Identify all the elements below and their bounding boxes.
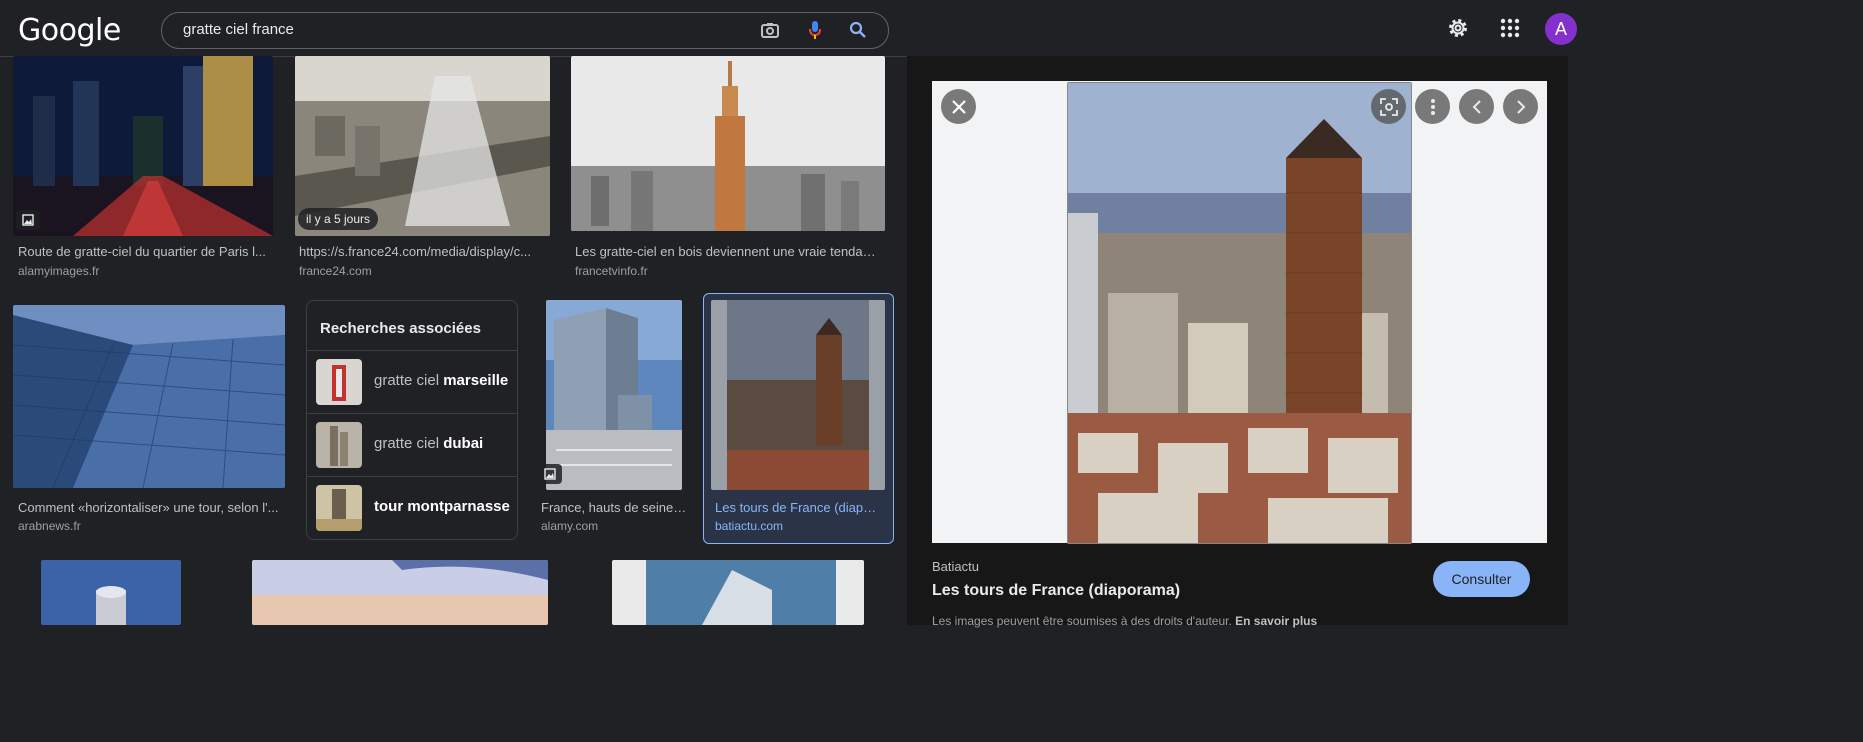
result-image-3[interactable]: [571, 56, 885, 231]
related-searches-heading: Recherches associées: [320, 320, 481, 337]
learn-more-link[interactable]: En savoir plus: [1235, 614, 1317, 628]
result-image-1[interactable]: [13, 56, 273, 236]
result-image-7[interactable]: [41, 560, 181, 625]
copyright-notice: Les images peuvent être soumises à des d…: [932, 614, 1318, 628]
result-image-6[interactable]: [711, 300, 885, 490]
result-image-9[interactable]: [612, 560, 864, 625]
related-search-label: gratte ciel dubai: [374, 435, 484, 452]
settings-gear-icon[interactable]: [1445, 15, 1471, 41]
close-icon: [951, 99, 966, 114]
result-image-5[interactable]: [546, 300, 682, 490]
search-icon[interactable]: [848, 20, 868, 40]
close-preview-button[interactable]: [941, 89, 976, 124]
chevron-right-icon: [1516, 99, 1525, 114]
result-title[interactable]: Comment «horizontaliser» une tour, selon…: [18, 500, 280, 515]
top-bar: Google gratte ciel france A: [0, 0, 1577, 57]
apps-grid-icon[interactable]: [1497, 15, 1523, 41]
related-search-label: tour montparnasse: [374, 498, 510, 515]
related-search-item[interactable]: gratte ciel dubai: [307, 413, 517, 476]
next-image-button[interactable]: [1503, 89, 1538, 124]
preview-title[interactable]: Les tours de France (diaporama): [932, 582, 1180, 600]
account-avatar[interactable]: A: [1545, 13, 1577, 45]
search-box[interactable]: gratte ciel france: [161, 12, 889, 49]
result-source[interactable]: arabnews.fr: [18, 519, 81, 533]
result-source[interactable]: alamyimages.fr: [18, 264, 99, 278]
previous-image-button[interactable]: [1459, 89, 1494, 124]
visit-button[interactable]: Consulter: [1433, 561, 1530, 597]
related-thumbnail: [316, 359, 362, 405]
result-title[interactable]: Route de gratte-ciel du quartier de Pari…: [18, 244, 270, 259]
result-source[interactable]: alamy.com: [541, 519, 598, 533]
result-image-4[interactable]: [13, 305, 285, 488]
related-search-item[interactable]: tour montparnasse: [307, 476, 517, 539]
related-search-item[interactable]: gratte ciel marseille: [307, 350, 517, 413]
chevron-left-icon: [1472, 99, 1481, 114]
related-thumbnail: [316, 422, 362, 468]
related-search-label: gratte ciel marseille: [374, 372, 509, 389]
preview-image[interactable]: [1067, 82, 1412, 544]
image-type-icon: [538, 464, 562, 484]
result-title[interactable]: France, hauts de seine, ...: [541, 500, 687, 515]
camera-icon[interactable]: [760, 20, 780, 40]
image-type-icon: [16, 210, 40, 230]
result-title[interactable]: https://s.france24.com/media/display/c..…: [299, 244, 545, 259]
result-source[interactable]: francetvinfo.fr: [575, 264, 648, 278]
search-input[interactable]: gratte ciel france: [183, 21, 294, 38]
more-vert-icon: [1430, 98, 1435, 115]
result-source[interactable]: batiactu.com: [715, 519, 783, 533]
result-title[interactable]: Les tours de France (diapo...: [715, 500, 881, 515]
more-options-button[interactable]: [1415, 89, 1450, 124]
microphone-icon[interactable]: [805, 20, 825, 40]
lens-search-button[interactable]: [1371, 89, 1406, 124]
result-image-8[interactable]: [252, 560, 548, 625]
time-badge: il y a 5 jours: [298, 208, 379, 230]
related-thumbnail: [316, 485, 362, 531]
preview-source[interactable]: Batiactu: [932, 559, 979, 574]
result-title[interactable]: Les gratte-ciel en bois deviennent une v…: [575, 244, 880, 259]
result-source[interactable]: france24.com: [299, 264, 372, 278]
google-logo[interactable]: Google: [18, 13, 121, 48]
related-searches-panel: Recherches associées gratte ciel marseil…: [306, 300, 518, 540]
lens-icon: [1379, 97, 1398, 116]
